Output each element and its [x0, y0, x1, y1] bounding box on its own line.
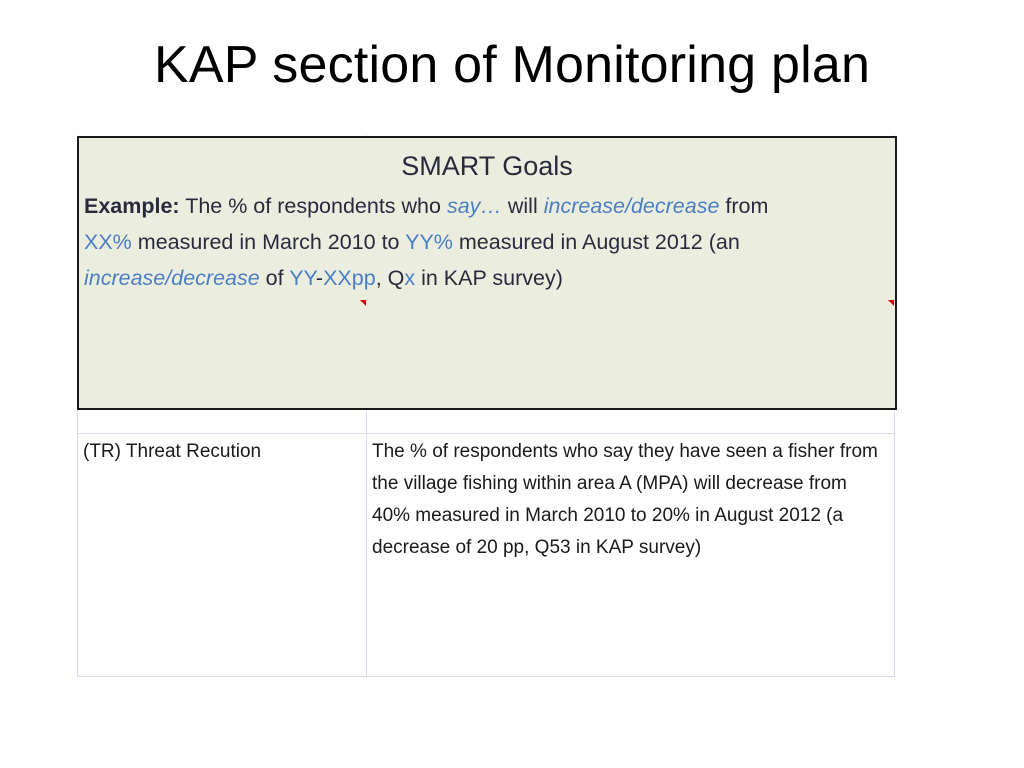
example-text: The % of respondents who — [179, 194, 447, 218]
table-row-category: (TR) Threat Recution — [83, 441, 262, 462]
example-text: from — [719, 194, 769, 218]
example-text: of — [259, 266, 290, 290]
example-text: in KAP survey) — [415, 266, 563, 290]
comment-marker-icon[interactable] — [888, 300, 894, 306]
example-text: will — [501, 194, 544, 218]
placeholder-increase-decrease: increase/decrease — [543, 194, 720, 218]
placeholder-increase-decrease: increase/decrease — [84, 266, 260, 290]
slide-title: KAP section of Monitoring plan — [153, 36, 871, 94]
example-text: measured in March 2010 to — [131, 230, 406, 254]
placeholder-say: say… — [446, 194, 502, 218]
example-text: measured in August 2012 (an — [452, 230, 740, 254]
example-text: - — [315, 266, 324, 290]
placeholder-xxpp: XXpp — [323, 266, 376, 290]
table-border-bottom — [77, 676, 895, 677]
table-row-goal: The % of respondents who say they have s… — [372, 441, 878, 558]
placeholder-xx-percent: XX% — [84, 230, 132, 254]
example-label: Example: — [84, 194, 180, 218]
example-text: , Q — [375, 266, 405, 290]
smart-goals-heading: SMART Goals — [401, 151, 573, 181]
placeholder-question-number: x — [404, 266, 416, 290]
smart-goals-box: SMART Goals Example: The % of respondent… — [77, 136, 897, 410]
comment-marker-icon[interactable] — [360, 300, 366, 306]
placeholder-yy-percent: YY% — [405, 230, 453, 254]
placeholder-yy: YY — [289, 266, 316, 290]
smart-goals-example: Example: The % of respondents who say… w… — [84, 188, 884, 296]
table-row-divider — [77, 433, 895, 434]
